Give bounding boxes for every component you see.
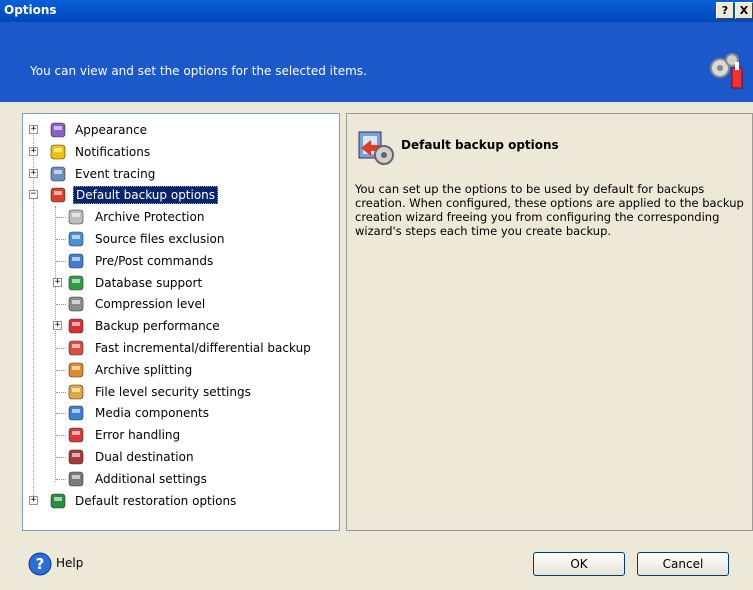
tree-item-label[interactable]: Error handling [93,425,182,445]
tree-item-label[interactable]: Default restoration options [73,491,238,511]
tree-item[interactable]: File level security settings [23,382,333,402]
tree-connector [56,457,66,458]
tree-item[interactable]: + Notifications [23,142,333,162]
notifications-icon [50,144,66,160]
tree-item-label[interactable]: Database support [93,273,204,293]
close-button[interactable]: X [735,2,753,19]
tree-item-label[interactable]: Source files exclusion [93,229,227,249]
svg-text:?: ? [36,555,45,573]
header-banner: You can view and set the options for the… [0,22,753,102]
detail-description: You can set up the options to be used by… [355,182,744,238]
expand-toggle[interactable]: + [53,321,62,331]
tree-item[interactable]: + Database support [23,273,333,293]
expand-toggle[interactable]: + [53,277,62,287]
expand-toggle[interactable]: + [29,495,38,505]
tree-item[interactable]: Pre/Post commands [23,251,333,271]
help-title-button[interactable]: ? [716,2,734,19]
tree-item[interactable]: Archive Protection [23,207,333,227]
tree-item[interactable]: − Default backup options [23,185,333,205]
media-icon [68,406,84,421]
error-icon [68,427,84,443]
fast-backup-icon [68,340,84,356]
window-title: Options [4,3,57,17]
appearance-icon [50,122,66,138]
tree-item-label[interactable]: Backup performance [93,316,222,336]
gauge-icon [68,318,84,334]
filter-icon [68,231,84,247]
tree-item[interactable]: + Appearance [23,120,333,140]
tree-item-label[interactable]: Appearance [73,120,149,140]
tree-item-label[interactable]: Media components [93,403,211,423]
event-tracing-icon [50,166,66,181]
tree-connector [56,478,66,480]
tree-item[interactable]: + Default restoration options [23,491,333,511]
split-icon [68,362,84,378]
collapse-toggle[interactable]: − [29,190,38,200]
tree-connector [56,217,66,219]
tree-item[interactable]: Fast incremental/differential backup [23,338,333,358]
tree-connector [56,413,66,415]
tree-item-label[interactable]: File level security settings [93,382,253,402]
restoration-icon [50,493,66,508]
lock-icon [68,209,84,225]
settings-icon [68,471,84,487]
compression-icon [68,297,84,312]
options-tree[interactable]: + Appearance + Notifications + Event tracing −… [22,113,340,531]
tree-connector [56,369,66,371]
tree-connector [56,239,66,240]
tree-item[interactable]: Error handling [23,425,333,445]
detail-title: Default backup options [401,138,559,152]
backup-options-icon [50,188,66,203]
cancel-button[interactable]: Cancel [637,552,729,576]
tree-item-label[interactable]: Default backup options [73,186,219,205]
help-icon: ? [28,552,52,576]
tree-connector [56,391,66,393]
tree-connector [56,260,66,262]
tree-connector [56,348,66,349]
security-folder-icon [68,384,84,399]
tree-item[interactable]: + Backup performance [23,316,333,336]
window-icon [68,253,84,269]
title-bar: Options ? X [0,0,753,22]
tree-item-label[interactable]: Dual destination [93,447,196,467]
header-description: You can view and set the options for the… [30,64,367,78]
dual-destination-icon [68,449,84,465]
options-gears-icon [710,53,743,89]
tree-item[interactable]: Source files exclusion [23,229,333,249]
tree-item-label[interactable]: Archive splitting [93,360,194,380]
shield-icon [68,275,84,290]
tree-item-label[interactable]: Event tracing [73,164,157,184]
tree-item-label[interactable]: Fast incremental/differential backup [93,338,313,358]
tree-item-label[interactable]: Compression level [93,294,207,314]
expand-toggle[interactable]: + [29,125,38,134]
tree-item-label[interactable]: Additional settings [93,469,209,489]
ok-button[interactable]: OK [533,552,625,576]
tree-item-label[interactable]: Archive Protection [93,207,206,227]
tree-item[interactable]: Additional settings [23,469,333,489]
expand-toggle[interactable]: + [29,146,38,156]
tree-item[interactable]: Archive splitting [23,360,333,380]
detail-panel: Default backup options You can set up th… [346,113,753,531]
tree-item[interactable]: + Event tracing [23,164,333,184]
expand-toggle[interactable]: + [29,168,38,178]
tree-item-label[interactable]: Pre/Post commands [93,251,215,271]
tree-item-label[interactable]: Notifications [73,142,152,162]
tree-item[interactable]: Media components [23,403,333,423]
backup-options-icon [358,131,394,165]
tree-item[interactable]: Dual destination [23,447,333,467]
tree-connector [56,435,66,437]
tree-item[interactable]: Compression level [23,294,333,314]
help-label[interactable]: Help [56,556,83,570]
tree-connector [56,304,66,306]
